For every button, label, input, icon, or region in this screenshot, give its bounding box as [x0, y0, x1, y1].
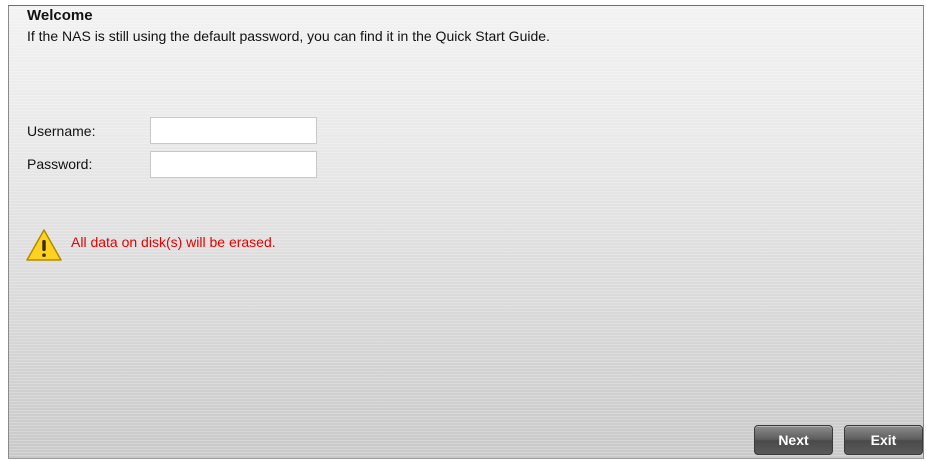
username-field[interactable] [150, 117, 317, 144]
warning-message: All data on disk(s) will be erased. [71, 234, 276, 250]
password-label: Password: [27, 156, 93, 172]
exit-button[interactable]: Exit [844, 425, 923, 455]
next-button[interactable]: Next [754, 425, 833, 455]
page-title: Welcome [27, 7, 93, 24]
username-label: Username: [27, 123, 96, 139]
divider [8, 458, 924, 459]
welcome-description: If the NAS is still using the default pa… [27, 28, 550, 44]
password-field[interactable] [150, 151, 317, 178]
warning-triangle-icon [26, 229, 62, 261]
wizard-panel: Welcome If the NAS is still using the de… [8, 5, 924, 459]
